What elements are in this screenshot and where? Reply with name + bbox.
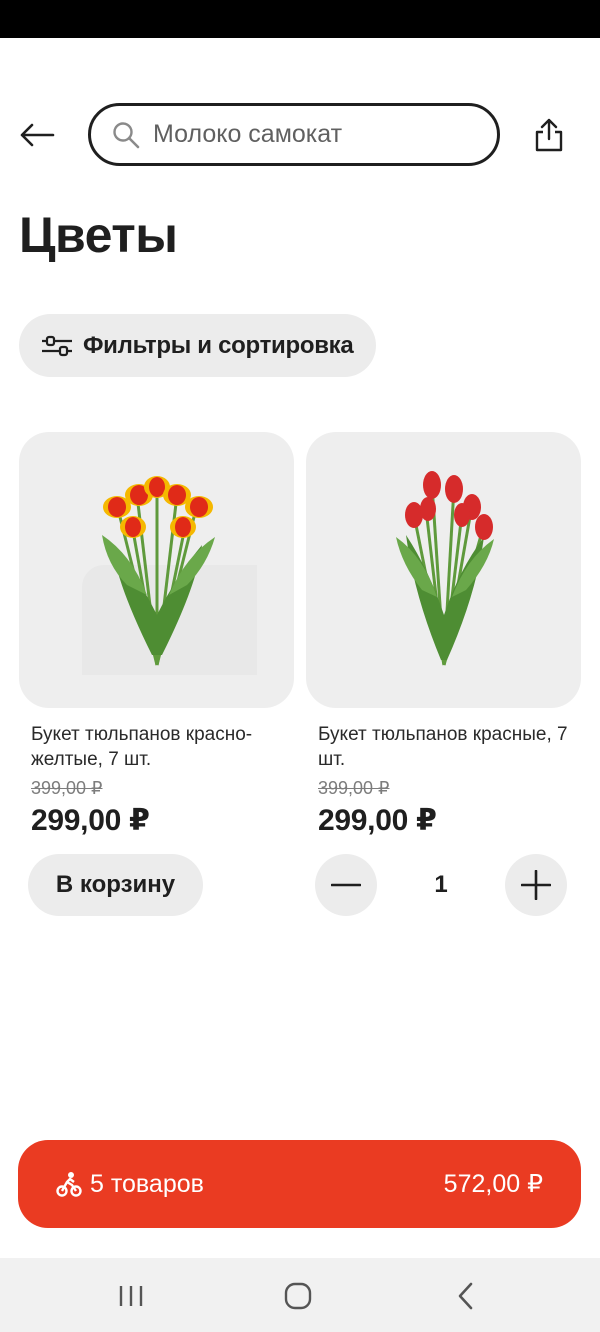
product-card[interactable]: Букет тюльпанов красно-желтые, 7 шт. 399… — [19, 432, 294, 916]
minus-icon — [331, 883, 361, 887]
recent-apps-icon — [119, 1286, 143, 1306]
increase-quantity-button[interactable] — [505, 854, 567, 916]
sliders-icon — [39, 333, 75, 359]
home-icon — [284, 1282, 312, 1310]
bike-icon — [56, 1171, 82, 1197]
tulip-bouquet-image — [81, 476, 257, 675]
product-price: 299,00 ₽ — [31, 804, 150, 837]
cart-button[interactable]: 5 товаров 572,00 ₽ — [18, 1140, 581, 1228]
product-price: 299,00 ₽ — [318, 804, 437, 837]
filter-sort-label: Фильтры и сортировка — [83, 331, 354, 359]
search-field[interactable] — [88, 103, 500, 166]
quantity-stepper: 1 — [315, 854, 569, 916]
search-input[interactable] — [153, 120, 473, 149]
back-icon — [458, 1282, 473, 1310]
page-title: Цветы — [19, 207, 178, 263]
product-name[interactable]: Букет тюльпанов красно-желтые, 7 шт. — [31, 722, 282, 772]
decrease-quantity-button[interactable] — [315, 854, 377, 916]
filter-sort-button[interactable]: Фильтры и сортировка — [19, 314, 376, 377]
product-image-red-tulips[interactable] — [306, 432, 581, 708]
product-name[interactable]: Букет тюльпанов красные, 7 шт. — [318, 722, 569, 772]
add-to-cart-button[interactable]: В корзину — [28, 854, 203, 916]
cart-total: 572,00 ₽ — [443, 1170, 543, 1198]
product-old-price: 399,00 ₽ — [31, 778, 103, 798]
share-button[interactable] — [526, 112, 572, 158]
header — [0, 100, 600, 170]
product-image-red-yellow-tulips[interactable] — [19, 432, 294, 708]
cart-item-count: 5 товаров — [90, 1169, 204, 1198]
quantity-value: 1 — [434, 871, 448, 898]
system-nav-bar — [0, 1258, 600, 1332]
system-back-button[interactable] — [436, 1276, 496, 1316]
tulip-bouquet-image — [395, 471, 494, 666]
back-button[interactable] — [14, 114, 60, 156]
product-card[interactable]: Букет тюльпанов красные, 7 шт. 399,00 ₽ … — [306, 432, 581, 916]
search-icon — [111, 120, 141, 150]
recent-apps-button[interactable] — [101, 1276, 161, 1316]
product-old-price: 399,00 ₽ — [318, 778, 390, 798]
status-bar — [0, 0, 600, 38]
plus-icon — [521, 870, 551, 900]
arrow-left-icon — [20, 123, 55, 147]
share-icon — [535, 118, 563, 152]
home-button[interactable] — [268, 1276, 328, 1316]
